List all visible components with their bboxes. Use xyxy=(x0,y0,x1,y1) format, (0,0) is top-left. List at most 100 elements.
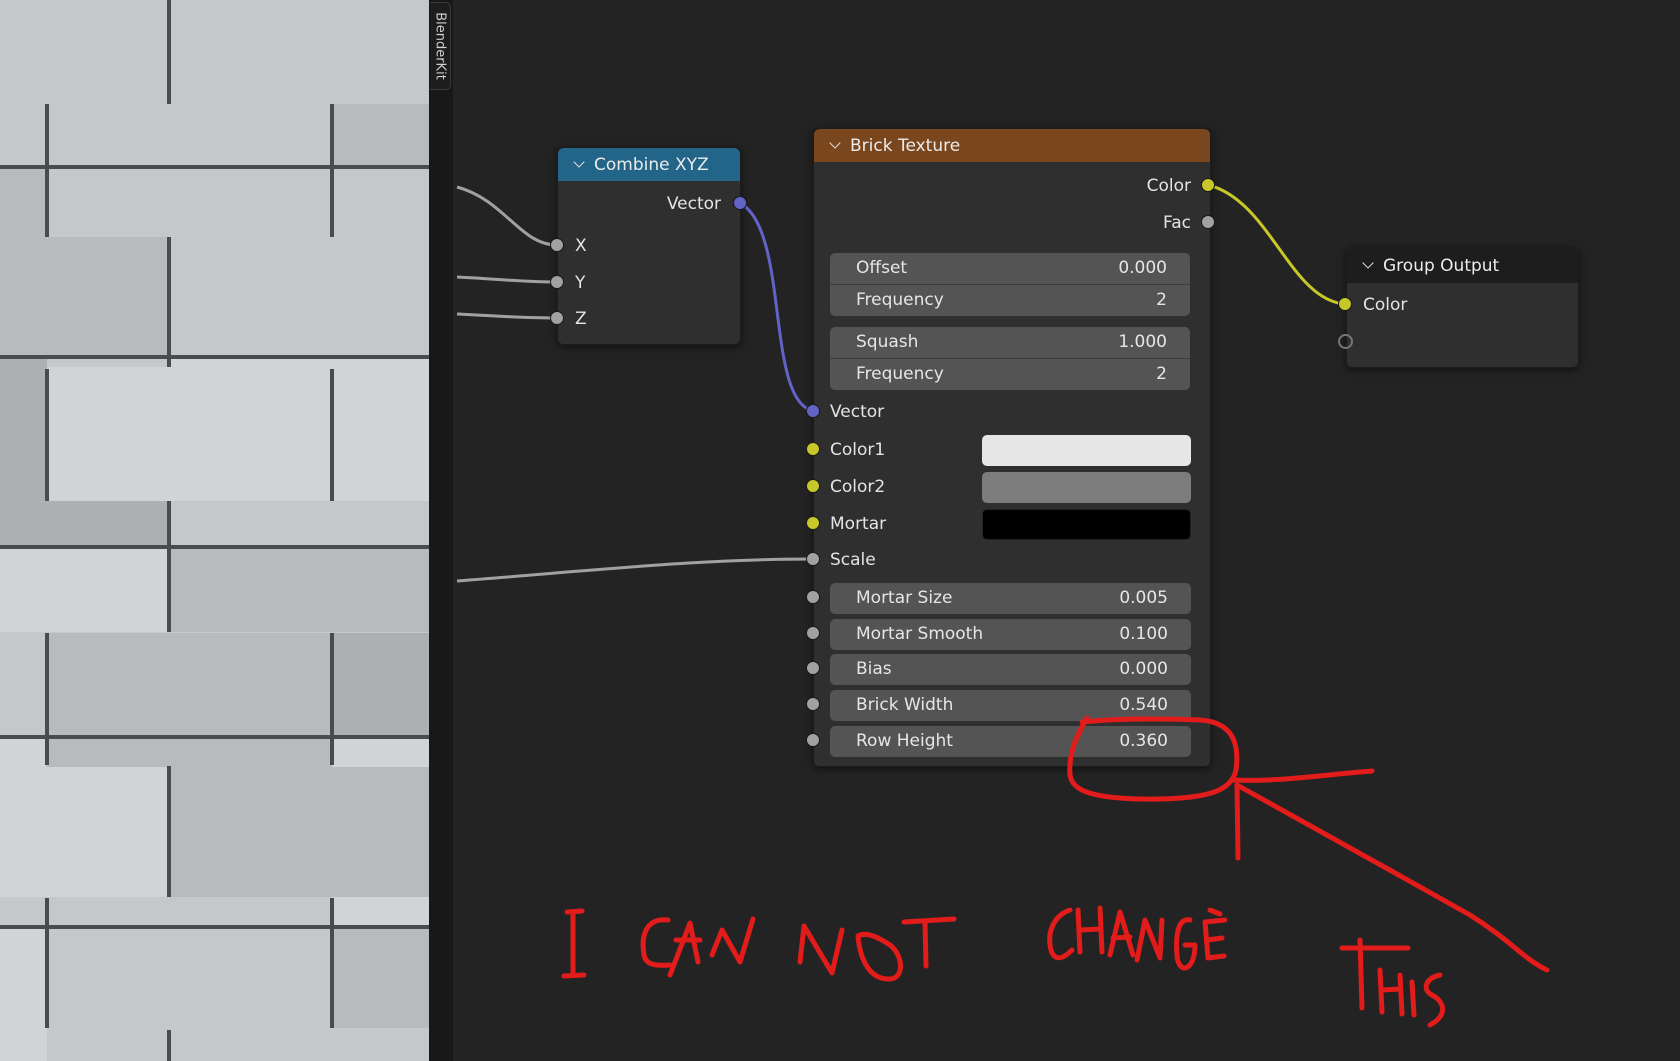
squash-frequency-field[interactable]: Frequency 2 xyxy=(830,359,1190,390)
field-label: Mortar Smooth xyxy=(856,624,984,644)
node-header[interactable]: Combine XYZ xyxy=(558,148,740,181)
input-label-z: Z xyxy=(575,309,587,329)
node-group-output[interactable]: Group Output Color xyxy=(1346,247,1579,368)
socket-input-mortar-size[interactable] xyxy=(805,589,820,604)
field-value: 2 xyxy=(1156,364,1167,384)
mortar-line-vertical xyxy=(330,898,334,1028)
mortar-line-horizontal xyxy=(0,925,429,929)
output-label-color: Color xyxy=(1146,176,1191,196)
input-label-y: Y xyxy=(575,273,586,293)
socket-input-scale[interactable] xyxy=(805,551,820,566)
color2-swatch[interactable] xyxy=(982,472,1191,503)
chevron-down-icon[interactable] xyxy=(574,158,584,168)
squash-field[interactable]: Squash 1.000 xyxy=(830,327,1190,359)
offset-frequency-field[interactable]: Frequency 2 xyxy=(830,285,1190,316)
socket-input-color[interactable] xyxy=(1337,296,1352,311)
output-label-vector: Vector xyxy=(666,194,721,214)
brick xyxy=(332,104,429,167)
socket-input-bias[interactable] xyxy=(805,660,820,675)
mortar-line-horizontal xyxy=(0,545,429,549)
socket-input-y[interactable] xyxy=(549,274,564,289)
offset-field[interactable]: Offset 0.000 xyxy=(830,253,1190,285)
field-value: 0.000 xyxy=(1118,258,1167,278)
mortar-line-horizontal xyxy=(0,735,429,739)
socket-output-vector[interactable] xyxy=(732,195,747,210)
mortar-line-vertical xyxy=(330,369,334,501)
mortar-line-vertical xyxy=(330,104,334,237)
brick xyxy=(0,927,47,1061)
brick xyxy=(0,547,169,632)
sidebar-tab-blenderkit[interactable]: BlenderKit xyxy=(430,2,451,90)
socket-input-mortar-smooth[interactable] xyxy=(805,625,820,640)
brick xyxy=(0,167,47,237)
mortar-swatch[interactable] xyxy=(982,509,1191,540)
input-label-color1: Color1 xyxy=(830,440,886,460)
offset-field-group: Offset 0.000 Frequency 2 xyxy=(830,253,1190,316)
node-header[interactable]: Brick Texture xyxy=(814,129,1210,162)
socket-output-color[interactable] xyxy=(1200,177,1215,192)
brick xyxy=(169,547,429,632)
socket-input-mortar[interactable] xyxy=(805,515,820,530)
input-label-x: X xyxy=(575,236,587,256)
input-label-color: Color xyxy=(1363,295,1408,315)
mortar-line-vertical xyxy=(167,501,171,632)
brick xyxy=(169,357,429,501)
brick xyxy=(47,633,332,737)
socket-input-empty[interactable] xyxy=(1337,333,1353,349)
socket-input-x[interactable] xyxy=(549,237,564,252)
mortar-line-horizontal xyxy=(0,355,429,359)
mortar-line-vertical xyxy=(167,0,171,104)
socket-input-color2[interactable] xyxy=(805,478,820,493)
field-value: 0.540 xyxy=(1119,695,1168,715)
node-header[interactable]: Group Output xyxy=(1347,248,1578,283)
brick xyxy=(332,737,429,767)
mortar-line-vertical xyxy=(167,1030,171,1061)
socket-input-color1[interactable] xyxy=(805,441,820,456)
field-label: Brick Width xyxy=(856,695,954,715)
chevron-down-icon[interactable] xyxy=(830,139,840,149)
node-brick-texture[interactable]: Brick Texture Color Fac Offset 0.000 Fre… xyxy=(813,128,1211,767)
field-value: 0.005 xyxy=(1119,588,1168,608)
input-label-color2: Color2 xyxy=(830,477,886,497)
viewport-brick-preview[interactable] xyxy=(0,0,429,1061)
node-combine-xyz[interactable]: Combine XYZ Vector X Y Z xyxy=(557,147,741,345)
node-title: Brick Texture xyxy=(850,135,961,156)
socket-input-row-height[interactable] xyxy=(805,732,820,747)
field-value: 0.100 xyxy=(1119,624,1168,644)
mortar-smooth-field[interactable]: Mortar Smooth 0.100 xyxy=(830,619,1191,650)
mortar-line-vertical xyxy=(45,633,49,765)
socket-input-vector[interactable] xyxy=(805,403,820,418)
color1-swatch[interactable] xyxy=(982,435,1191,466)
mortar-line-vertical xyxy=(167,766,171,897)
field-label: Frequency xyxy=(856,364,944,384)
field-label: Row Height xyxy=(856,731,953,751)
socket-input-brick-width[interactable] xyxy=(805,696,820,711)
brick xyxy=(0,237,169,357)
brick xyxy=(47,737,332,767)
field-label: Bias xyxy=(856,659,892,679)
mortar-line-vertical xyxy=(45,369,49,501)
field-label: Squash xyxy=(856,332,919,352)
field-label: Mortar Size xyxy=(856,588,953,608)
field-label: Offset xyxy=(856,258,908,278)
mortar-line-vertical xyxy=(330,633,334,765)
brick xyxy=(47,927,332,1028)
chevron-down-icon[interactable] xyxy=(1363,259,1373,269)
row-height-field[interactable]: Row Height 0.360 xyxy=(830,726,1191,757)
bias-field[interactable]: Bias 0.000 xyxy=(830,654,1191,685)
field-value: 1.000 xyxy=(1118,332,1167,352)
output-label-fac: Fac xyxy=(1163,213,1191,233)
socket-input-z[interactable] xyxy=(549,310,564,325)
mortar-size-field[interactable]: Mortar Size 0.005 xyxy=(830,583,1191,614)
mortar-line-vertical xyxy=(167,237,171,367)
brick-width-field[interactable]: Brick Width 0.540 xyxy=(830,690,1191,721)
mortar-line-vertical xyxy=(45,898,49,1028)
brick xyxy=(332,897,429,927)
brick xyxy=(0,501,169,547)
mortar-line-horizontal xyxy=(0,165,429,169)
node-title: Combine XYZ xyxy=(594,154,709,175)
field-value: 0.000 xyxy=(1119,659,1168,679)
socket-output-fac[interactable] xyxy=(1200,214,1215,229)
input-label-vector: Vector xyxy=(830,402,885,422)
field-label: Frequency xyxy=(856,290,944,310)
